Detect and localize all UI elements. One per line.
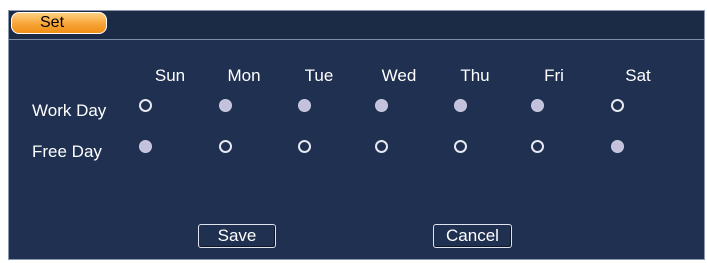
free-day-radio-fri[interactable]	[531, 140, 544, 153]
day-header-fri: Fri	[544, 66, 564, 85]
day-header-sat: Sat	[625, 66, 651, 85]
free-day-radio-sat[interactable]	[611, 140, 624, 153]
work-day-radio-tue[interactable]	[298, 99, 311, 112]
work-day-radio-sat[interactable]	[611, 99, 624, 112]
day-header-sun: Sun	[154, 66, 186, 85]
work-day-radio-wed[interactable]	[375, 99, 388, 112]
free-day-radio-wed[interactable]	[375, 140, 388, 153]
save-button[interactable]: Save	[198, 224, 276, 248]
work-day-radio-mon[interactable]	[219, 99, 232, 112]
day-header-mon: Mon	[227, 66, 261, 85]
tab-set[interactable]: Set	[11, 12, 107, 34]
work-day-radio-thu[interactable]	[454, 99, 467, 112]
work-day-radio-fri[interactable]	[531, 99, 544, 112]
work-day-radio-sun[interactable]	[139, 99, 152, 112]
work-day-label: Work Day	[32, 101, 107, 120]
title-bar: Set	[9, 11, 704, 40]
cancel-button[interactable]: Cancel	[433, 224, 512, 248]
free-day-radio-mon[interactable]	[219, 140, 232, 153]
free-day-radio-thu[interactable]	[454, 140, 467, 153]
day-header-thu: Thu	[460, 66, 490, 85]
day-header-tue: Tue	[304, 66, 334, 85]
schedule-panel: Set Sun Mon Tue Wed Thu Fri Sat Work Day…	[8, 10, 705, 260]
free-day-radio-tue[interactable]	[298, 140, 311, 153]
free-day-radio-sun[interactable]	[139, 140, 152, 153]
day-header-wed: Wed	[381, 66, 417, 85]
free-day-label: Free Day	[32, 142, 102, 161]
